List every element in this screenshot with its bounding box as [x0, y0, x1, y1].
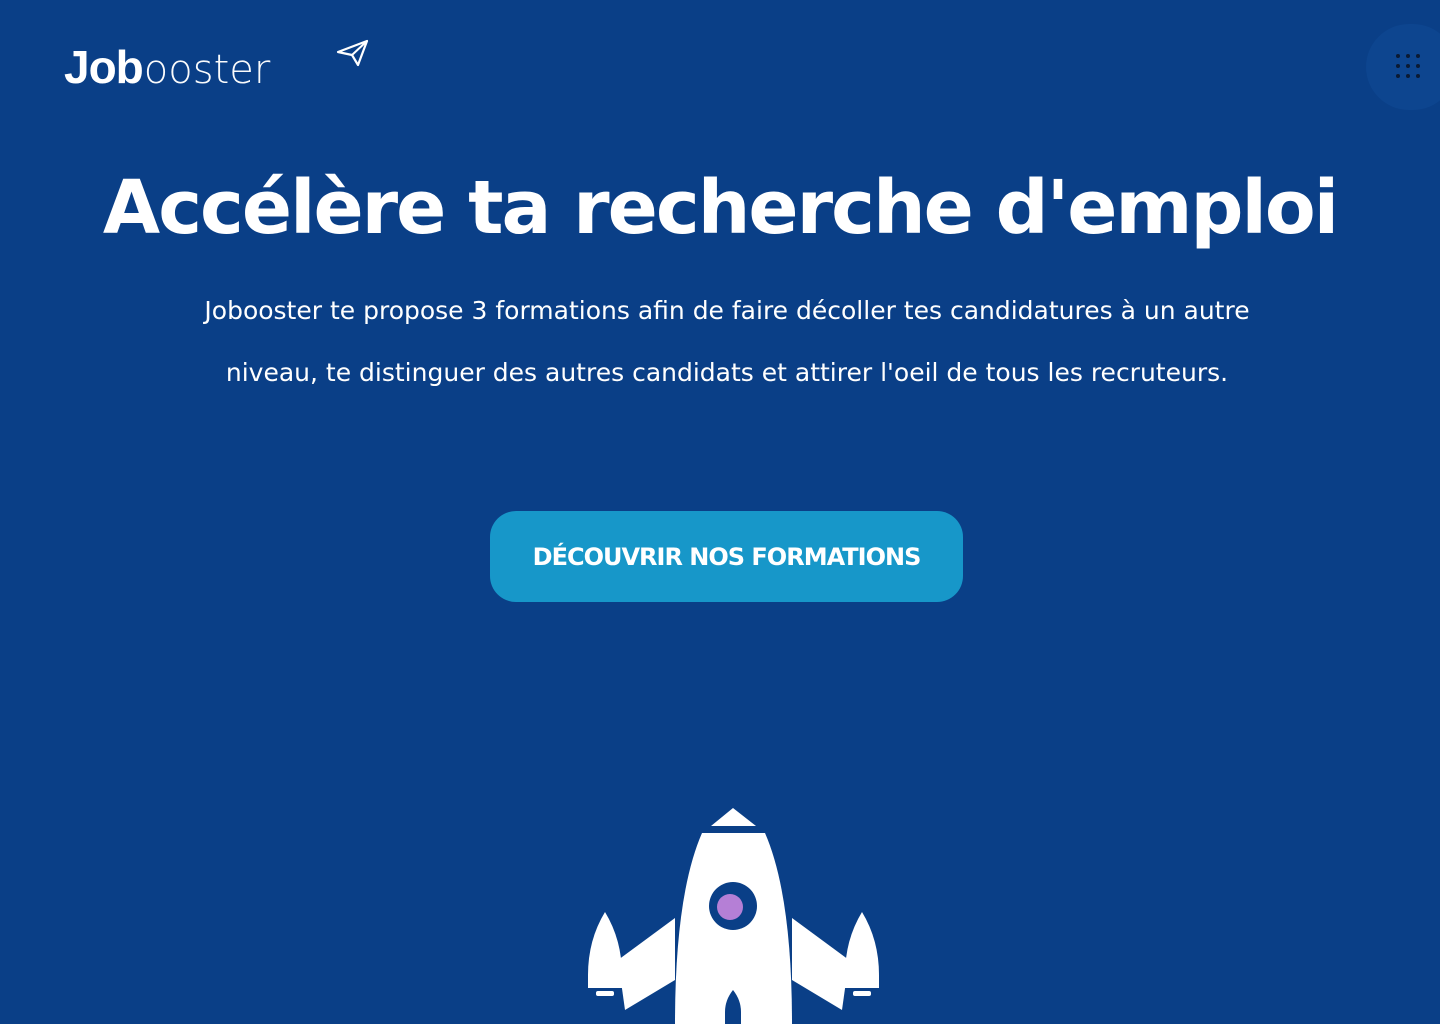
rocket-icon [588, 808, 879, 1024]
jobooster-logo[interactable]: Job ooster [64, 38, 369, 93]
hero-description: Jobooster te propose 3 formations afin d… [204, 296, 1250, 387]
grid-dots-icon [1396, 54, 1422, 80]
menu-button[interactable] [1366, 24, 1440, 110]
paper-plane-icon [336, 39, 369, 67]
hero-title: Accélère ta recherche d'emploi [102, 165, 1339, 251]
logo-text-bold: Job [64, 41, 144, 93]
discover-formations-button[interactable]: DÉCOUVRIR NOS FORMATIONS [490, 511, 963, 602]
logo-text-light: ooster [143, 47, 271, 93]
